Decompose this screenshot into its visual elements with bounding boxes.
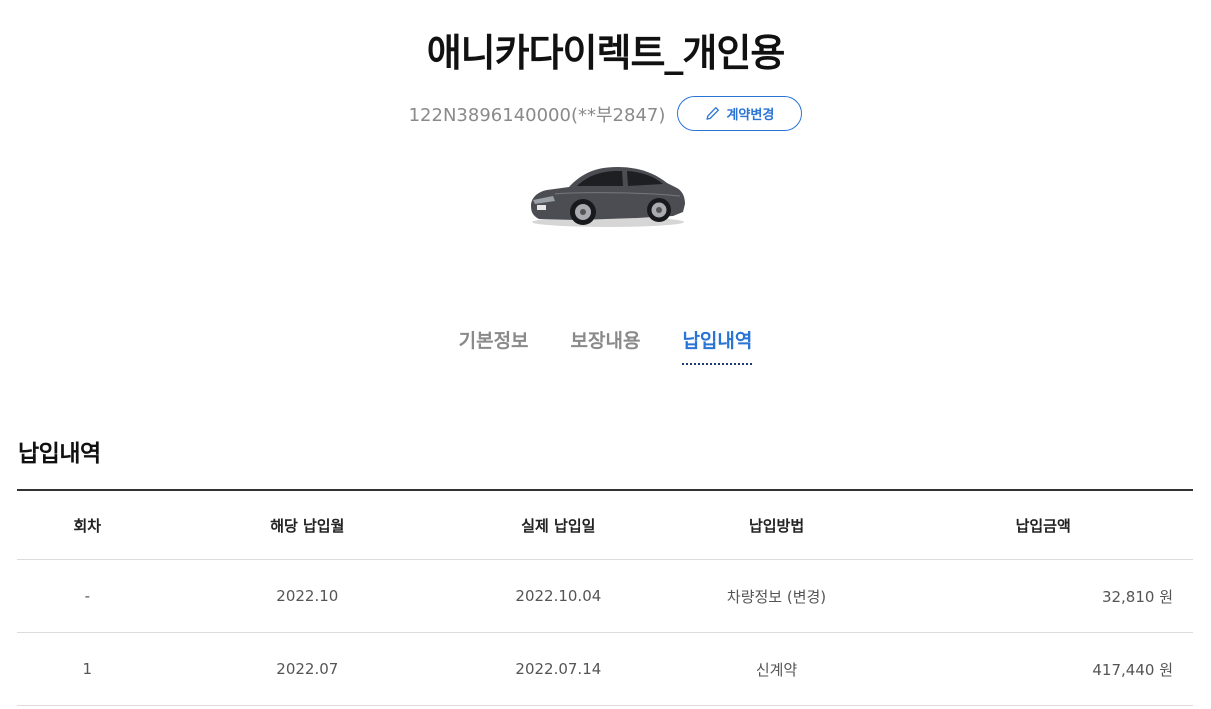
cell-amount: 417,440 원 bbox=[893, 632, 1193, 706]
tab-bar: 기본정보 보장내용 납입내역 bbox=[0, 326, 1211, 365]
pencil-icon bbox=[706, 107, 720, 120]
column-header-paid-date: 실제 납입일 bbox=[457, 490, 660, 560]
payment-table: 회차 해당 납입월 실제 납입일 납입방법 납입금액 - 2022.10 202… bbox=[17, 489, 1193, 706]
contract-info-row: 122N3896140000(**부2847) 계약변경 bbox=[0, 96, 1211, 131]
change-contract-button[interactable]: 계약변경 bbox=[677, 96, 803, 131]
cell-installment: 1 bbox=[17, 632, 158, 706]
cell-due-month: 2022.07 bbox=[157, 632, 457, 706]
table-row: 1 2022.07 2022.07.14 신계약 417,440 원 bbox=[17, 632, 1193, 706]
column-header-due-month: 해당 납입월 bbox=[157, 490, 457, 560]
payment-history-page: 애니카다이렉트_개인용 122N3896140000(**부2847) 계약변경… bbox=[0, 0, 1211, 709]
column-header-installment: 회차 bbox=[17, 490, 158, 560]
cell-due-month: 2022.10 bbox=[157, 559, 457, 633]
cell-paid-date: 2022.10.04 bbox=[457, 559, 660, 633]
cell-payment-method: 차량정보 (변경) bbox=[659, 559, 894, 633]
change-contract-label: 계약변경 bbox=[726, 108, 775, 123]
column-header-amount: 납입금액 bbox=[893, 490, 1193, 560]
car-image bbox=[531, 167, 685, 227]
tab-coverage[interactable]: 보장내용 bbox=[571, 326, 641, 365]
tab-payment-history[interactable]: 납입내역 bbox=[682, 326, 753, 365]
cell-amount: 32,810 원 bbox=[893, 559, 1193, 633]
table-row: - 2022.10 2022.10.04 차량정보 (변경) 32,810 원 bbox=[17, 559, 1193, 633]
cell-payment-method: 신계약 bbox=[659, 632, 894, 706]
cell-installment: - bbox=[17, 559, 158, 633]
section-title: 납입내역 bbox=[18, 441, 101, 467]
tab-basic-info[interactable]: 기본정보 bbox=[459, 326, 529, 365]
contract-number: 122N3896140000(**부2847) bbox=[408, 104, 666, 126]
cell-paid-date: 2022.07.14 bbox=[457, 632, 660, 706]
table-header-row: 회차 해당 납입월 실제 납입일 납입방법 납입금액 bbox=[17, 490, 1193, 560]
product-title: 애니카다이렉트_개인용 bbox=[426, 31, 786, 75]
column-header-payment-method: 납입방법 bbox=[659, 490, 894, 560]
